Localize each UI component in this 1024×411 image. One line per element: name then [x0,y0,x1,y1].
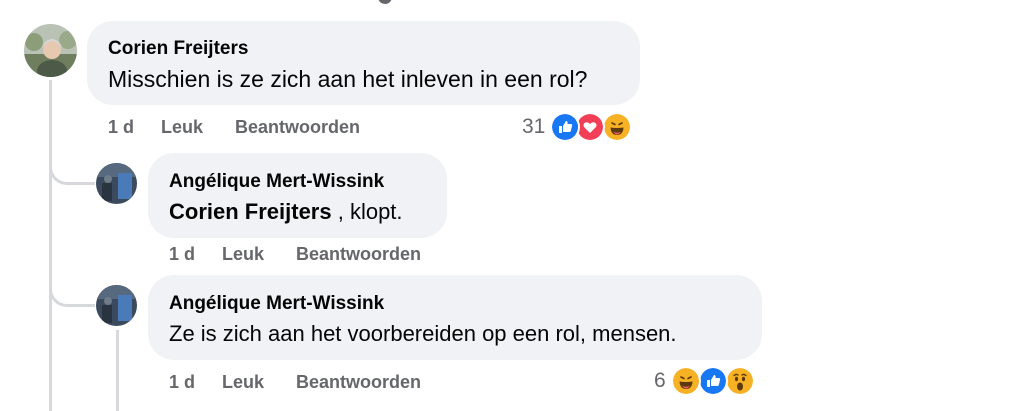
like-button[interactable]: Leuk [161,117,203,138]
mention-link[interactable]: Corien Freijters [169,199,332,224]
like-button[interactable]: Leuk [222,244,264,265]
comment-author[interactable]: Angélique Mert-Wissink [169,171,384,193]
like-icon [698,366,728,396]
avatar[interactable] [96,163,137,204]
haha-icon [602,112,632,142]
avatar[interactable] [96,285,137,326]
comment-text: Ze is zich aan het voorbereiden op een r… [169,321,677,346]
cropped-text-fragment [378,0,392,4]
comment-text: Misschien is ze zich aan het inleven in … [108,66,588,92]
reaction-summary[interactable]: 6 [654,366,764,396]
reply-button[interactable]: Beantwoorden [235,117,360,138]
thread-connector-reply-2 [49,272,95,307]
avatar[interactable] [24,24,77,77]
reply-bubble: Angélique Mert-Wissink Ze is zich aan he… [148,275,762,360]
comment-timestamp[interactable]: 1 d [169,244,195,265]
thread-connector-reply-1 [49,150,95,185]
wow-icon [725,366,755,396]
thread-line-reply [116,330,119,411]
comment-timestamp[interactable]: 1 d [169,372,195,393]
comment-text-body: , klopt. [331,199,403,224]
comment-bubble: Corien Freijters Misschien is ze zich aa… [87,21,640,105]
comment-timestamp[interactable]: 1 d [108,117,134,138]
comment-author[interactable]: Corien Freijters [108,38,248,60]
comment-author[interactable]: Angélique Mert-Wissink [169,293,384,315]
reaction-summary[interactable]: 31 [522,112,642,142]
reply-button[interactable]: Beantwoorden [296,372,421,393]
thread-line-main [49,80,52,411]
comment-actions: 1 d Leuk Beantwoorden [169,372,469,394]
reaction-count: 6 [654,369,666,392]
comment-actions: 1 d Leuk Beantwoorden [108,117,408,139]
like-button[interactable]: Leuk [222,372,264,393]
comment-actions: 1 d Leuk Beantwoorden [169,244,469,266]
comment-text: Corien Freijters , klopt. [169,199,403,225]
reply-bubble: Angélique Mert-Wissink Corien Freijters … [148,153,447,238]
reply-button[interactable]: Beantwoorden [296,244,421,265]
haha-icon [671,366,701,396]
comment-thread: Corien Freijters Misschien is ze zich aa… [0,0,1024,411]
like-icon [550,112,580,142]
reaction-count: 31 [522,115,546,138]
